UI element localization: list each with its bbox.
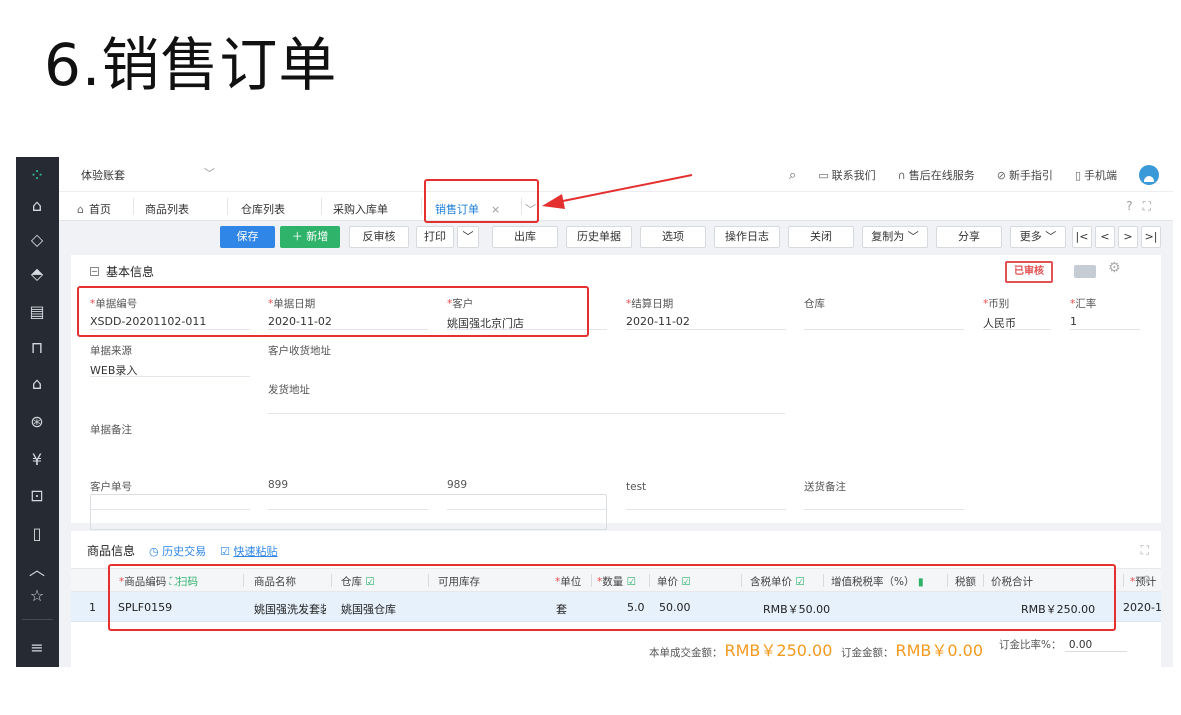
compass-icon: ⊘	[996, 169, 1006, 182]
tab-purchase-inbound[interactable]: 采购入库单	[333, 201, 388, 217]
contact-us-link[interactable]: ▭ 联系我们	[818, 167, 875, 183]
warehouse-field[interactable]: 仓库	[804, 296, 964, 330]
chevron-down-icon[interactable]: ﹀	[204, 165, 215, 181]
search-icon[interactable]: ⌕	[789, 168, 796, 183]
home-icon[interactable]: ⌂	[24, 193, 50, 219]
expand-icon[interactable]: ⛶	[1141, 543, 1149, 558]
ticket-icon[interactable]: ▯	[24, 521, 50, 547]
print-button[interactable]: 打印	[416, 226, 454, 248]
left-nav-rail: ⁘ ⌂ ◇ ⬘ ▤ ⊓ ⌂ ⊛ ¥ ⊡ ▯ ︿ ☆ ≡	[16, 157, 59, 667]
source-field[interactable]: 单据来源 WEB录入	[90, 343, 250, 378]
tab-home[interactable]: ⌂ 首页	[77, 201, 111, 217]
yen-icon[interactable]: ¥	[24, 447, 50, 473]
custom-field-899[interactable]: 899	[268, 479, 428, 510]
fullscreen-icon[interactable]: ⛶	[1143, 199, 1161, 213]
highlight-product-row-box	[108, 564, 1116, 631]
save-button[interactable]: 保存	[220, 226, 275, 248]
add-button[interactable]: ＋ 新增	[280, 226, 340, 248]
menu-icon[interactable]: ≡	[24, 635, 50, 661]
first-page-icon[interactable]: |<	[1072, 226, 1092, 248]
mobile-link[interactable]: ▯ 手机端	[1075, 167, 1117, 183]
print-dropdown-icon[interactable]: ﹀	[457, 226, 479, 248]
prev-page-icon[interactable]: <	[1095, 226, 1115, 248]
row-number: 1	[89, 601, 96, 614]
basic-info-title[interactable]: 基本信息	[90, 263, 154, 280]
custom-field-989[interactable]: 989	[447, 479, 607, 510]
deal-amount: 本单成交金额： RMB￥250.00	[649, 641, 833, 660]
keyboard-icon[interactable]	[1074, 265, 1096, 278]
delivery-note-field[interactable]: 送货备注	[804, 479, 964, 510]
receive-address-field[interactable]: 客户收货地址	[268, 343, 428, 358]
tab-product-list[interactable]: 商品列表	[145, 201, 189, 217]
share-button[interactable]: 分享	[936, 226, 1002, 248]
ship-address-field[interactable]: 发货地址	[268, 382, 785, 414]
tag-icon[interactable]: ◇	[24, 227, 50, 253]
chat-icon: ▭	[818, 169, 829, 182]
clock-icon: ◷	[149, 544, 159, 558]
options-button[interactable]: 选项	[640, 226, 706, 248]
toolbar: 保存 ＋ 新增 反审核 打印 ﹀ 出库 历史单据 选项 操作日志 关闭 复制为 …	[59, 221, 1173, 255]
tab-warehouse-list[interactable]: 仓库列表	[241, 201, 285, 217]
more-button[interactable]: 更多 ﹀	[1010, 226, 1066, 248]
gear-icon[interactable]: ⚙	[1108, 260, 1121, 276]
highlight-tab-box	[424, 179, 539, 223]
slide-title: 6.销售订单	[44, 31, 338, 99]
quick-paste-link[interactable]: ☑ 快速粘贴	[220, 543, 277, 559]
star-icon[interactable]: ☆	[24, 583, 50, 609]
paste-icon: ☑	[220, 544, 230, 558]
close-button[interactable]: 关闭	[788, 226, 854, 248]
collapse-icon[interactable]: ︿	[24, 557, 50, 583]
currency-field[interactable]: *币别 人民币	[983, 296, 1051, 331]
finance-icon[interactable]: ⊛	[24, 409, 50, 435]
logo-icon[interactable]: ⁘	[24, 163, 50, 189]
history-docs-button[interactable]: 历史单据	[566, 226, 632, 248]
phone-icon: ▯	[1074, 169, 1081, 182]
cell-predict[interactable]: 2020-1	[1123, 601, 1162, 614]
customer-no-field[interactable]: 客户单号	[90, 479, 250, 510]
totals-bar: 本单成交金额： RMB￥250.00 订金金额： RMB￥0.00 订金比率%： 0…	[71, 631, 1161, 660]
online-service-link[interactable]: ∩ 售后在线服务	[898, 167, 975, 183]
remark-textarea[interactable]	[90, 494, 607, 530]
history-trade-link[interactable]: ◷ 历史交易	[149, 543, 206, 559]
last-page-icon[interactable]: >|	[1141, 226, 1161, 248]
bag-icon[interactable]: ⊓	[24, 335, 50, 361]
deposit-amount: 订金金额： RMB￥0.00	[841, 641, 984, 660]
unaudit-button[interactable]: 反审核	[349, 226, 409, 248]
audited-stamp: 已审核	[1005, 261, 1053, 283]
coupon-icon[interactable]: ⬘	[24, 261, 50, 287]
gear-icon[interactable]: ⚙	[1142, 574, 1151, 586]
custom-field-test[interactable]: test	[626, 481, 786, 510]
annotation-arrow	[542, 174, 693, 209]
guide-link[interactable]: ⊘ 新手指引	[997, 167, 1053, 183]
highlight-header-fields-box	[77, 286, 589, 337]
monitor-icon[interactable]: ⊡	[24, 483, 50, 509]
next-page-icon[interactable]: >	[1118, 226, 1138, 248]
copy-as-button[interactable]: 复制为 ﹀	[862, 226, 928, 248]
remark-label: 单据备注	[90, 424, 132, 436]
product-info-title: 商品信息	[87, 544, 136, 558]
headset-icon: ∩	[897, 169, 906, 182]
collapse-icon[interactable]	[90, 267, 99, 276]
house-icon[interactable]: ⌂	[24, 371, 50, 397]
avatar[interactable]	[1139, 165, 1159, 185]
account-selector[interactable]: 体验账套	[81, 167, 125, 183]
exchange-rate-field[interactable]: *汇率 1	[1070, 296, 1140, 330]
settle-date-field[interactable]: *结算日期 2020-11-02	[626, 296, 786, 330]
outbound-button[interactable]: 出库	[492, 226, 558, 248]
help-icon[interactable]: ?	[1126, 199, 1142, 213]
report-icon[interactable]: ▤	[24, 299, 50, 325]
home-icon: ⌂	[77, 203, 84, 216]
operation-log-button[interactable]: 操作日志	[714, 226, 780, 248]
deposit-ratio[interactable]: 订金比率%： 0.00	[999, 637, 1127, 652]
